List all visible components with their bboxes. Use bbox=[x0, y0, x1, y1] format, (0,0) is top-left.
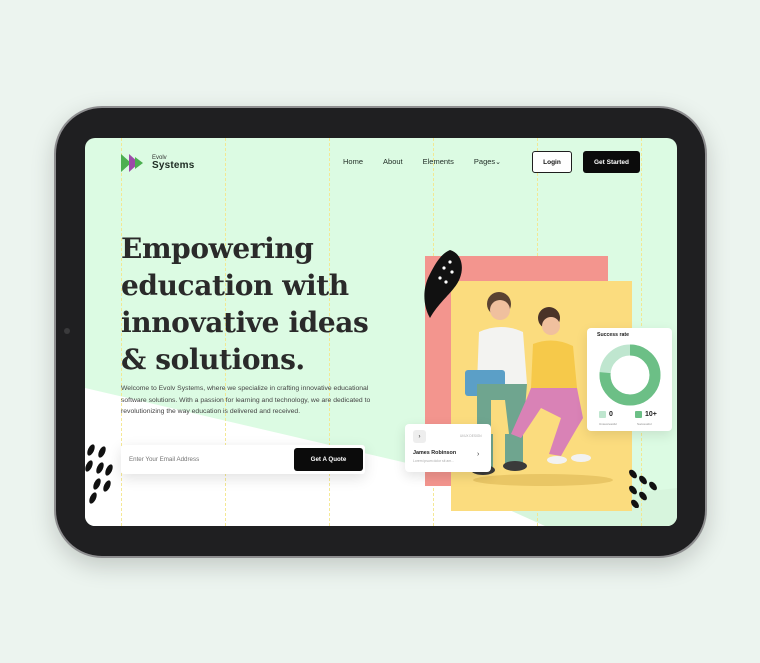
main-nav: Home About Elements Pages⌄ bbox=[343, 157, 501, 166]
camera-dot bbox=[64, 328, 70, 334]
chevron-right-icon: › bbox=[413, 430, 426, 443]
stat-label: Successful bbox=[637, 422, 652, 426]
user-subtitle: Lorem ipsum dolor sit am... bbox=[413, 459, 454, 463]
hero-title: Empowering education with innovative ide… bbox=[121, 232, 369, 376]
nav-elements[interactable]: Elements bbox=[423, 157, 454, 166]
hero-description: Welcome to Evolv Systems, where we speci… bbox=[121, 385, 371, 415]
decor-drops-left bbox=[85, 444, 113, 504]
success-rate-title: Success rate bbox=[597, 332, 630, 338]
stat-successful: 10+ bbox=[635, 411, 657, 418]
success-donut-chart bbox=[599, 344, 661, 406]
legend-swatch bbox=[635, 411, 642, 418]
leaf-icon bbox=[424, 250, 462, 318]
get-started-button[interactable]: Get Started bbox=[583, 151, 640, 173]
logo-mark-icon bbox=[121, 154, 143, 172]
legend-swatch bbox=[599, 411, 606, 418]
nav-about[interactable]: About bbox=[383, 157, 403, 166]
get-quote-button[interactable]: Get A Quote bbox=[294, 448, 363, 471]
email-input[interactable] bbox=[129, 453, 289, 466]
brand-logo[interactable]: Evolv Systems bbox=[121, 152, 195, 174]
login-button[interactable]: Login bbox=[532, 151, 572, 173]
user-card[interactable]: › UI/UX DESIGN James Robinson Lorem ipsu… bbox=[405, 424, 491, 472]
nav-home[interactable]: Home bbox=[343, 157, 363, 166]
stat-unsuccessful: 0 bbox=[599, 411, 613, 418]
email-signup: Get A Quote bbox=[121, 445, 365, 474]
user-tag: UI/UX DESIGN bbox=[460, 434, 482, 438]
decor-drops-right bbox=[629, 469, 657, 508]
chevron-down-icon: ⌄ bbox=[495, 159, 502, 166]
nav-pages-label: Pages bbox=[473, 157, 496, 166]
website-screen: Evolv Systems Home About Elements Pages⌄… bbox=[85, 138, 677, 526]
success-rate-card: Success rate 0 Unsuccessful 10+ Successf… bbox=[587, 328, 672, 431]
stat-value: 10+ bbox=[645, 411, 657, 418]
stat-value: 0 bbox=[609, 411, 613, 418]
stat-label: Unsuccessful bbox=[599, 422, 617, 426]
user-name: James Robinson bbox=[413, 450, 457, 456]
brand-name: Systems bbox=[152, 160, 195, 171]
chevron-right-icon[interactable]: › bbox=[477, 451, 479, 458]
nav-pages[interactable]: Pages⌄ bbox=[474, 157, 501, 166]
